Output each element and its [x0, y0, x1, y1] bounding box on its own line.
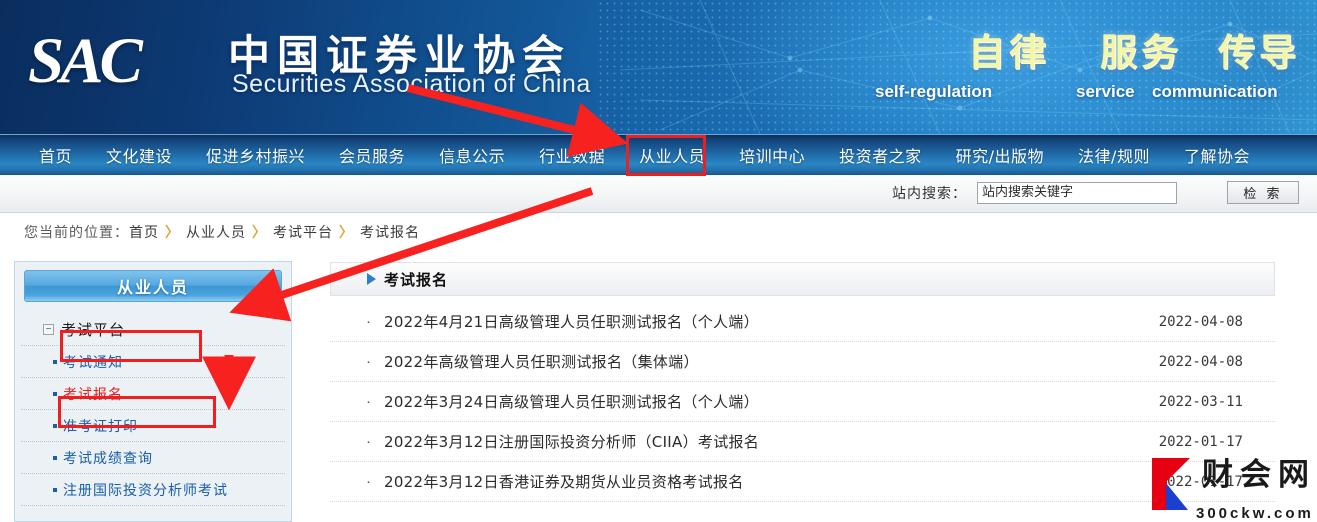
sac-logo[interactable]: SAC: [28, 24, 143, 99]
bullet-square-icon: [53, 455, 57, 460]
site-banner: SAC 中国证券业协会 Securities Association of Ch…: [0, 0, 1317, 134]
nav-item-9[interactable]: 投资者之家: [822, 143, 939, 167]
list-item-date: 2022-04-08: [1158, 313, 1243, 330]
slogan-en-3: communication: [1152, 82, 1278, 101]
list-item-date: 2022-01-17: [1158, 473, 1243, 490]
breadcrumb-separator: 〉: [165, 225, 180, 241]
triangle-right-icon: [367, 273, 376, 285]
dot-pattern-decoration: [597, 0, 1317, 134]
nav-item-7[interactable]: 从业人员: [622, 143, 722, 167]
list-item[interactable]: · 2022年3月12日香港证券及期货从业员资格考试报名 2022-01-17: [330, 462, 1275, 502]
main-content: 考试报名 · 2022年4月21日高级管理人员任职测试报名（个人端） 2022-04…: [330, 262, 1275, 522]
list-item-title[interactable]: 2022年3月12日香港证券及期货从业员资格考试报名: [384, 471, 744, 492]
slogan-cn-3: 传导: [1218, 31, 1300, 74]
slogan-cn-1: 自律: [968, 31, 1050, 74]
list-item-date: 2022-04-08: [1158, 353, 1243, 370]
nav-items-container: 首页 文化建设 促进乡村振兴 会员服务 信息公示 行业数据 从业人员 培训中心 投资者之家 研究/…: [0, 135, 1317, 175]
list-item[interactable]: · 2022年3月24日高级管理人员任职测试报名（个人端） 2022-03-11: [330, 382, 1275, 422]
list-item-title[interactable]: 2022年高级管理人员任职测试报名（集体端）: [384, 351, 699, 372]
sidebar-item-label: 注册国际投资分析师考试: [63, 482, 228, 499]
sidebar-item-4[interactable]: 准考证打印: [21, 410, 285, 442]
nav-item-8[interactable]: 培训中心: [722, 143, 822, 167]
nav-item-2[interactable]: 文化建设: [89, 143, 189, 167]
sidebar-item-3[interactable]: 考试报名: [21, 378, 285, 410]
nav-item-12[interactable]: 了解协会: [1167, 143, 1267, 167]
bullet-square-icon: [53, 423, 57, 428]
slogan-en-1: self-regulation: [875, 82, 993, 101]
search-button[interactable]: 检 索: [1227, 181, 1299, 204]
exam-registration-list: · 2022年4月21日高级管理人员任职测试报名（个人端） 2022-04-08 · 2…: [330, 302, 1275, 502]
search-input[interactable]: [977, 181, 1177, 204]
list-item-title[interactable]: 2022年4月21日高级管理人员任职测试报名（个人端）: [384, 311, 759, 332]
bullet-dot-icon: ·: [366, 353, 371, 370]
breadcrumb-item-2[interactable]: 从业人员: [186, 225, 246, 241]
bullet-square-icon: [53, 359, 57, 364]
nav-item-3[interactable]: 促进乡村振兴: [189, 143, 322, 167]
list-item[interactable]: · 2022年高级管理人员任职测试报名（集体端） 2022-04-08: [330, 342, 1275, 382]
sidebar-item-label: 考试平台: [61, 321, 126, 339]
breadcrumb-item-1[interactable]: 首页: [129, 225, 159, 241]
sidebar-item-1[interactable]: − 考试平台: [21, 314, 285, 346]
breadcrumb-item-3[interactable]: 考试平台: [273, 225, 333, 241]
bullet-dot-icon: ·: [366, 393, 371, 410]
nav-item-10[interactable]: 研究/出版物: [939, 143, 1061, 167]
sidebar-item-label: 准考证打印: [63, 418, 138, 435]
slogan-cn-2: 服务: [1100, 31, 1182, 74]
sidebar-item-label: 考试通知: [63, 354, 123, 371]
sidebar-menu: − 考试平台考试通知考试报名准考证打印考试成绩查询注册国际投资分析师考试: [15, 314, 291, 506]
list-item[interactable]: · 2022年4月21日高级管理人员任职测试报名（个人端） 2022-04-08: [330, 302, 1275, 342]
search-bar: 站内搜索： 检 索: [0, 175, 1317, 213]
panel-header: 考试报名: [330, 262, 1275, 296]
breadcrumb-separator: 〉: [339, 225, 354, 241]
breadcrumb-item-4[interactable]: 考试报名: [360, 225, 420, 241]
main-navigation: 首页 文化建设 促进乡村振兴 会员服务 信息公示 行业数据 从业人员 培训中心 投资者之家 研究/…: [0, 134, 1317, 175]
sidebar-item-2[interactable]: 考试通知: [21, 346, 285, 378]
sidebar-item-label: 考试报名: [63, 386, 123, 403]
panel-title: 考试报名: [384, 270, 449, 289]
list-item-title[interactable]: 2022年3月12日注册国际投资分析师（CIIA）考试报名: [384, 431, 759, 452]
bullet-square-icon: [53, 487, 57, 492]
nav-item-5[interactable]: 信息公示: [422, 143, 522, 167]
sidebar-title: 从业人员: [24, 270, 282, 302]
breadcrumb-prefix: 您当前的位置：: [24, 225, 129, 241]
bullet-square-icon: [53, 391, 57, 396]
list-item-date: 2022-01-17: [1158, 433, 1243, 450]
list-item-title[interactable]: 2022年3月24日高级管理人员任职测试报名（个人端）: [384, 391, 759, 412]
slogan-self-regulation: 自律 self-regulation: [875, 22, 1050, 102]
list-item[interactable]: · 2022年3月12日注册国际投资分析师（CIIA）考试报名 2022-01-17: [330, 422, 1275, 462]
search-controls: 站内搜索： 检 索: [892, 181, 1299, 204]
sidebar-item-label: 考试成绩查询: [63, 450, 153, 467]
sidebar-item-6[interactable]: 注册国际投资分析师考试: [21, 474, 285, 506]
bullet-dot-icon: ·: [366, 313, 371, 330]
nav-item-4[interactable]: 会员服务: [322, 143, 422, 167]
breadcrumb: 您当前的位置：首页〉从业人员〉考试平台〉考试报名: [24, 222, 420, 242]
nav-item-1[interactable]: 首页: [22, 143, 89, 167]
bullet-dot-icon: ·: [366, 433, 371, 450]
nav-item-11[interactable]: 法律/规则: [1061, 143, 1167, 167]
sidebar: 从业人员 − 考试平台考试通知考试报名准考证打印考试成绩查询注册国际投资分析师考试: [14, 261, 292, 522]
search-label: 站内搜索：: [892, 185, 967, 202]
page-root: SAC 中国证券业协会 Securities Association of Ch…: [0, 0, 1317, 522]
slogan-communication: 传导 communication: [1152, 22, 1300, 102]
breadcrumb-separator: 〉: [252, 225, 267, 241]
list-item-date: 2022-03-11: [1158, 393, 1243, 410]
bullet-dot-icon: ·: [366, 473, 371, 490]
nav-item-6[interactable]: 行业数据: [522, 143, 622, 167]
collapse-minus-icon[interactable]: −: [43, 324, 54, 335]
brand-name-english: Securities Association of China: [232, 70, 591, 98]
sidebar-item-5[interactable]: 考试成绩查询: [21, 442, 285, 474]
